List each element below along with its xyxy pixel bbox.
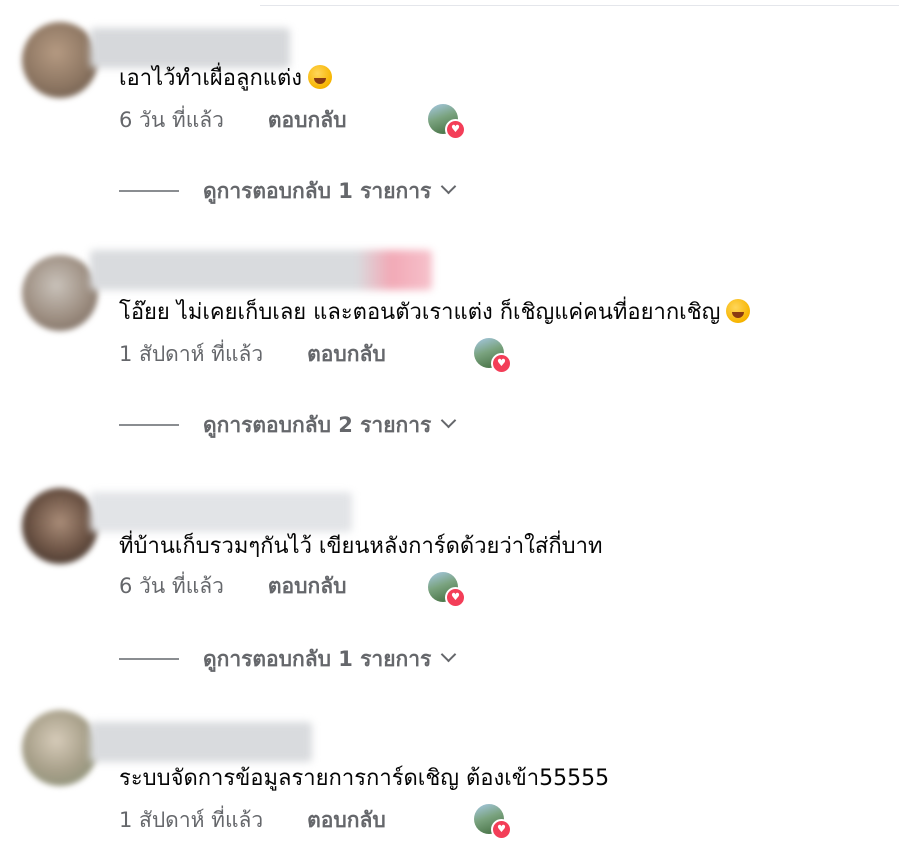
view-replies-button[interactable]: ดูการตอบกลับ 1 รายการ xyxy=(119,176,519,206)
heart-icon: ♥ xyxy=(445,587,466,608)
chevron-down-icon xyxy=(441,412,457,429)
chevron-down-icon xyxy=(441,178,457,195)
comment-text: โอ๊ยย ไม่เคยเก็บเลย และตอนตัวเราแต่ง ก็เ… xyxy=(119,298,751,328)
avatar[interactable] xyxy=(22,488,98,564)
heart-icon: ♥ xyxy=(445,119,466,140)
chevron-down-icon xyxy=(441,646,457,663)
view-replies-button[interactable]: ดูการตอบกลับ 2 รายการ xyxy=(119,410,519,440)
reaction-avatar[interactable]: ♥ xyxy=(474,338,512,374)
comment-text: ระบบจัดการข้อมูลรายการการ์ดเชิญ ต้องเข้า… xyxy=(119,766,610,791)
comment-text: เอาไว้ทำเผื่อลูกแต่ง xyxy=(119,64,332,94)
comment-meta: 1 สัปดาห์ ที่แล้ว ตอบกลับ xyxy=(119,340,386,368)
comment-timestamp[interactable]: 1 สัปดาห์ ที่แล้ว xyxy=(119,342,263,366)
grinning-sweat-emoji-icon xyxy=(726,299,751,323)
heart-icon: ♥ xyxy=(491,353,512,374)
comment-timestamp[interactable]: 6 วัน ที่แล้ว xyxy=(119,574,224,598)
comment-meta: 6 วัน ที่แล้ว ตอบกลับ xyxy=(119,572,346,600)
rolling-laughing-emoji-icon xyxy=(308,65,332,89)
avatar[interactable] xyxy=(22,22,98,98)
view-replies-button[interactable]: ดูการตอบกลับ 1 รายการ xyxy=(119,644,519,674)
divider xyxy=(260,5,899,6)
avatar[interactable] xyxy=(22,255,98,331)
comment-meta: 6 วัน ที่แล้ว ตอบกลับ xyxy=(119,106,346,134)
view-replies-label: ดูการตอบกลับ 1 รายการ xyxy=(203,644,457,674)
reply-button[interactable]: ตอบกลับ xyxy=(307,808,386,832)
comment-meta: 1 สัปดาห์ ที่แล้ว ตอบกลับ xyxy=(119,806,386,834)
commenter-name-redacted[interactable] xyxy=(90,28,290,68)
avatar[interactable] xyxy=(22,710,98,786)
commenter-name-redacted[interactable] xyxy=(90,722,312,762)
reaction-avatar[interactable]: ♥ xyxy=(428,572,466,608)
comment-timestamp[interactable]: 1 สัปดาห์ ที่แล้ว xyxy=(119,808,263,832)
commenter-name-redacted[interactable] xyxy=(90,250,432,290)
replies-divider-line xyxy=(119,658,179,660)
view-replies-label: ดูการตอบกลับ 1 รายการ xyxy=(203,176,457,206)
reaction-avatar[interactable]: ♥ xyxy=(428,104,466,140)
reply-button[interactable]: ตอบกลับ xyxy=(268,574,347,598)
replies-divider-line xyxy=(119,424,179,426)
comment-text: ที่บ้านเก็บรวมๆกันไว้ เขียนหลังการ์ดด้วย… xyxy=(119,534,603,559)
comment-timestamp[interactable]: 6 วัน ที่แล้ว xyxy=(119,108,224,132)
reaction-avatar[interactable]: ♥ xyxy=(474,804,512,840)
heart-icon: ♥ xyxy=(491,819,512,840)
commenter-name-redacted[interactable] xyxy=(90,492,352,532)
view-replies-label: ดูการตอบกลับ 2 รายการ xyxy=(203,410,457,440)
reply-button[interactable]: ตอบกลับ xyxy=(307,342,386,366)
reply-button[interactable]: ตอบกลับ xyxy=(268,108,347,132)
replies-divider-line xyxy=(119,190,179,192)
